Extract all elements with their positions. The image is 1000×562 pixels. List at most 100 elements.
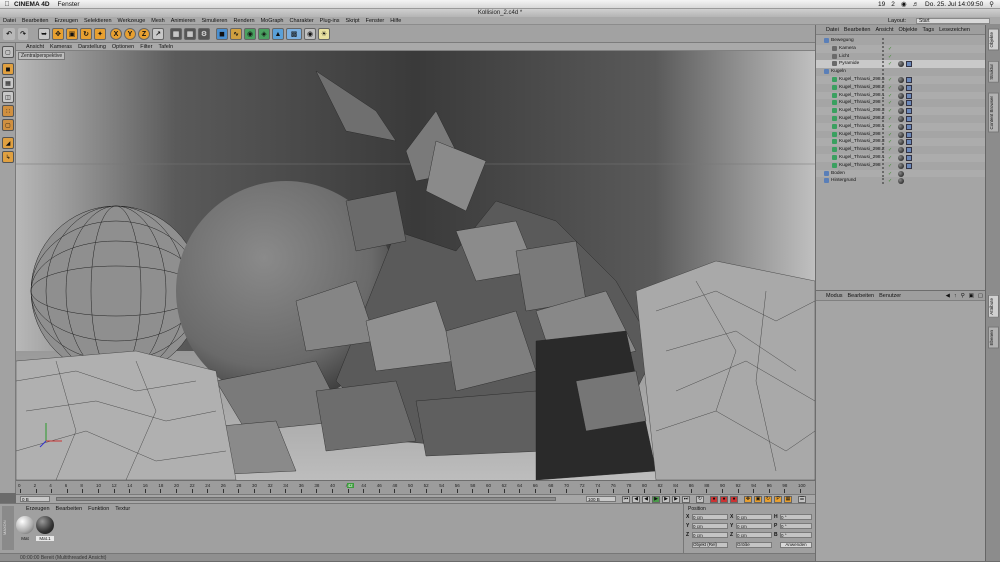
tab-objekte[interactable]: Objekte bbox=[988, 29, 999, 51]
vp-menu-filter[interactable]: Filter bbox=[140, 44, 152, 50]
menu-mograph[interactable]: MoGraph bbox=[261, 18, 284, 24]
visibility-dots[interactable] bbox=[882, 92, 887, 99]
clock[interactable]: Do. 25. Jul 14:09:50 bbox=[925, 1, 983, 8]
material-tag-icon[interactable] bbox=[898, 61, 904, 68]
object-row[interactable]: Kugel_Thrausi_298.1 ✓ bbox=[816, 91, 986, 100]
app-name[interactable]: CINEMA 4D bbox=[14, 1, 50, 8]
dynamics-tag-icon[interactable] bbox=[906, 77, 912, 83]
object-name[interactable]: Licht bbox=[839, 53, 849, 61]
vp-menu-tafeln[interactable]: Tafeln bbox=[158, 44, 173, 50]
object-name[interactable]: Kugel_Thrausi_298.3 bbox=[839, 107, 885, 115]
scene-icon[interactable]: ▩ bbox=[286, 28, 302, 40]
redo-icon[interactable]: ↷ bbox=[18, 28, 28, 40]
tab-content-browser[interactable]: Content Browser bbox=[988, 93, 999, 133]
y-axis-button[interactable]: Y bbox=[124, 28, 136, 40]
menu-fenster[interactable]: Fenster bbox=[58, 1, 80, 8]
spline-icon[interactable]: ∿ bbox=[230, 28, 242, 40]
material-tag-icon[interactable] bbox=[898, 162, 904, 169]
mat-menu-textur[interactable]: Textur bbox=[115, 506, 130, 512]
undo-icon[interactable]: ↶ bbox=[3, 28, 15, 40]
dynamics-tag-icon[interactable] bbox=[906, 162, 912, 169]
object-name[interactable]: Kugel_Thrausi_298.2 bbox=[839, 115, 885, 123]
render-settings-icon[interactable]: ⚙ bbox=[198, 28, 210, 40]
object-row[interactable]: Bewegung bbox=[816, 37, 986, 45]
next-frame-icon[interactable]: ▶ bbox=[662, 496, 670, 503]
lock-icon[interactable]: ▣ bbox=[969, 293, 974, 299]
menu-selektieren[interactable]: Selektieren bbox=[84, 18, 112, 24]
dynamics-tag-icon[interactable] bbox=[906, 155, 912, 161]
object-row[interactable]: Hintergrund ✓ bbox=[816, 177, 986, 185]
texture-mode-icon[interactable]: ▦ bbox=[2, 77, 14, 89]
visibility-dots[interactable] bbox=[882, 84, 887, 91]
pos-z-field[interactable]: 0 cm bbox=[692, 532, 728, 538]
coord-mode-dropdown[interactable]: Objekt (Rel) bbox=[692, 542, 728, 548]
pos-key-icon[interactable]: ✥ bbox=[744, 496, 752, 503]
live-select-icon[interactable]: ➥ bbox=[38, 28, 50, 40]
move-icon[interactable]: ✥ bbox=[52, 28, 64, 40]
playhead-marker[interactable]: 42 bbox=[346, 483, 354, 488]
menu-mesh[interactable]: Mesh bbox=[151, 18, 164, 24]
object-row[interactable]: Kamera ✓ bbox=[816, 44, 986, 53]
material-swatch[interactable] bbox=[16, 516, 34, 534]
object-name[interactable]: Bewegung bbox=[831, 37, 854, 45]
size-mode-dropdown[interactable]: Größe bbox=[736, 542, 772, 548]
render-pv-icon[interactable]: ▦ bbox=[184, 28, 196, 40]
rot-p-field[interactable]: 0 ° bbox=[780, 523, 812, 529]
camera-icon[interactable]: ◉ bbox=[304, 28, 316, 40]
visibility-dots[interactable] bbox=[882, 170, 887, 177]
apply-button[interactable]: Anwenden bbox=[780, 542, 812, 548]
material-label[interactable]: Mat bbox=[16, 536, 34, 541]
3d-viewport[interactable]: Zentralperspektive bbox=[16, 51, 815, 480]
enable-check-icon[interactable]: ✓ bbox=[888, 178, 892, 186]
visibility-dots[interactable] bbox=[882, 147, 887, 154]
object-name[interactable]: Kugel_Thrausi_298.5 bbox=[839, 76, 885, 84]
tab-attribute[interactable]: Attribute bbox=[988, 295, 999, 318]
visibility-dots[interactable] bbox=[882, 108, 887, 115]
make-editable-icon[interactable]: ▢ bbox=[2, 46, 14, 58]
tab-struktur[interactable]: Struktur bbox=[988, 61, 999, 83]
goto-start-icon[interactable]: ⏮ bbox=[622, 496, 630, 503]
coord-system-icon[interactable]: ↗ bbox=[152, 28, 164, 40]
object-name[interactable]: Kugel_Thrausi_298.3 bbox=[839, 138, 885, 146]
menu-charakter[interactable]: Charakter bbox=[290, 18, 314, 24]
menu-skript[interactable]: Skript bbox=[346, 18, 360, 24]
visibility-dots[interactable] bbox=[882, 178, 887, 185]
key-selection-icon[interactable]: ● bbox=[730, 496, 738, 503]
wifi-icon[interactable]: ◉ bbox=[901, 0, 907, 8]
object-row[interactable]: Kugel_Thrausi_298.5 ✓ bbox=[816, 76, 986, 84]
material-tag-icon[interactable] bbox=[898, 108, 904, 115]
loop-icon[interactable]: ↻ bbox=[696, 496, 704, 503]
vp-menu-ansicht[interactable]: Ansicht bbox=[26, 44, 44, 50]
polygons-mode-icon[interactable]: ◢ bbox=[2, 137, 14, 149]
material-tag-icon[interactable] bbox=[898, 139, 904, 146]
nurbs-icon[interactable]: ◉ bbox=[244, 28, 256, 40]
menu-werkzeuge[interactable]: Werkzeuge bbox=[118, 18, 146, 24]
object-name[interactable]: Pyramide bbox=[839, 60, 859, 68]
visibility-dots[interactable] bbox=[882, 69, 887, 76]
up-icon[interactable]: ↑ bbox=[954, 293, 957, 299]
menu-plugins[interactable]: Plug-ins bbox=[320, 18, 340, 24]
timeline[interactable]: 0246810121416182022242628303234363840424… bbox=[16, 480, 815, 494]
dynamics-tag-icon[interactable] bbox=[906, 108, 912, 115]
mat-menu-erzeugen[interactable]: Erzeugen bbox=[26, 506, 50, 512]
size-y-field[interactable]: 0 cm bbox=[736, 523, 772, 529]
render-view-icon[interactable]: ▦ bbox=[170, 28, 182, 40]
prev-key-icon[interactable]: ◀ bbox=[632, 496, 640, 503]
visibility-dots[interactable] bbox=[882, 131, 887, 138]
object-name[interactable]: Kugeln bbox=[831, 68, 846, 76]
menu-datei[interactable]: Datei bbox=[3, 18, 16, 24]
light-icon[interactable]: ☀ bbox=[318, 28, 330, 40]
rot-key-icon[interactable]: ↻ bbox=[764, 496, 772, 503]
menu-hilfe[interactable]: Hilfe bbox=[390, 18, 401, 24]
object-row[interactable]: Boden ✓ bbox=[816, 169, 986, 178]
object-name[interactable]: Kugel_Thrausi_298.2 bbox=[839, 146, 885, 154]
rot-b-field[interactable]: 0 ° bbox=[780, 532, 812, 538]
om-menu-datei[interactable]: Datei bbox=[826, 27, 839, 33]
mat-menu-bearbeiten[interactable]: Bearbeiten bbox=[56, 506, 83, 512]
object-row[interactable]: Kugel_Thrausi_298 ✓ bbox=[816, 99, 986, 107]
menu-bearbeiten[interactable]: Bearbeiten bbox=[22, 18, 49, 24]
am-menu-benutzer[interactable]: Benutzer bbox=[879, 293, 901, 299]
object-row[interactable]: Kugel_Thrausi_298 ✓ bbox=[816, 131, 986, 139]
size-z-field[interactable]: 0 cm bbox=[736, 532, 772, 538]
visibility-dots[interactable] bbox=[882, 61, 887, 68]
